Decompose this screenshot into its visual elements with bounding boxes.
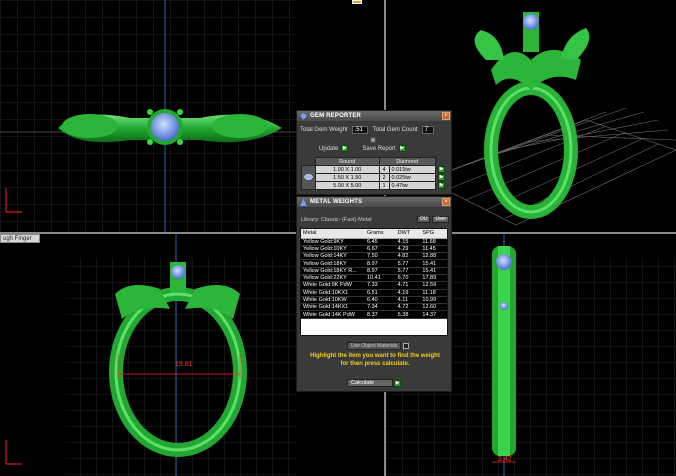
gem-icon [523, 14, 539, 30]
calculate-button[interactable]: ▶ [394, 379, 401, 387]
use-object-materials-checkbox[interactable] [403, 343, 410, 349]
table-row[interactable]: Yellow Gold:14KY 7.50 4.82 12.88 [301, 252, 447, 261]
save-report-label: Save Report [362, 145, 396, 152]
save-report-button[interactable]: ▶ [398, 145, 406, 152]
table-row[interactable]: White Gold:14K PdW 8.37 5.38 14.37 [301, 310, 447, 319]
ou-toggle[interactable]: OU [416, 216, 431, 223]
table-row[interactable]: Yellow Gold:9KY 6.45 4.15 11.68 [301, 238, 447, 246]
diamond-column-header: Diamond [378, 157, 436, 166]
viewport-marker [352, 0, 362, 4]
round-gem-icon [301, 165, 316, 190]
dwt-column-header[interactable]: DWT [395, 229, 421, 239]
round-column-header: Round [315, 157, 380, 166]
library-label: Library: Classic- (Fast)-Metal [301, 216, 372, 223]
gem-icon [300, 112, 307, 120]
gem-reporter-header[interactable]: GEM REPORTER [297, 111, 451, 121]
update-button[interactable]: ▶ [341, 145, 349, 152]
table-row[interactable]: Yellow Gold:22KY 10.41 6.70 17.89 [301, 274, 447, 283]
row-arrow-button[interactable]: ▶ [438, 174, 445, 181]
total-gem-weight-value: .51 [351, 126, 368, 134]
table-row[interactable]: White Gold:10KW 6.40 4.11 10.99 [301, 296, 447, 305]
table-row[interactable]: White Gold:9K PdW 7.33 4.71 12.59 [301, 281, 447, 290]
gem-reporter-title: GEM REPORTER [310, 113, 362, 119]
table-row[interactable]: White Gold:14KX1 7.34 4.72 12.60 [301, 303, 447, 312]
row-arrow-button[interactable]: ▶ [438, 166, 445, 173]
calculate-label: Calculate [347, 379, 393, 387]
front-grid [5, 234, 296, 476]
metal-column-header[interactable]: Metal [301, 229, 365, 239]
use-object-materials-button[interactable]: Use Object Materials [347, 342, 402, 350]
calculate-hint: Highlight the item you want to find the … [310, 353, 440, 367]
gem-table: Round Diamond 1.00 X 1.00 4 0.015tw ▶ 1.… [301, 157, 448, 190]
gem-icon [496, 254, 512, 270]
weight-icon [300, 198, 307, 206]
metal-table[interactable]: Metal Grams DWT SPG Yellow Gold:9KY 6.45 4… [300, 228, 448, 336]
ring-perspective [474, 12, 590, 219]
close-icon[interactable]: × [442, 198, 450, 206]
row-arrow-button[interactable]: ▶ [438, 182, 445, 189]
refresh-icon[interactable] [370, 137, 376, 143]
side-width-dimension: 3.42 [498, 456, 512, 463]
metal-weights-header[interactable]: METAL WEIGHTS [297, 197, 451, 207]
gem-icon [151, 113, 179, 141]
table-row[interactable]: Yellow Gold:18KY 8.97 5.77 15.41 [301, 259, 447, 268]
total-gem-count-label: Total Gem Count [372, 127, 418, 133]
grams-column-header[interactable]: Grams [365, 229, 396, 239]
table-row[interactable]: Yellow Gold:18KY R... 8.97 5.77 15.41 [301, 267, 447, 276]
user-toggle[interactable]: User [432, 216, 449, 223]
gem-reporter-panel: GEM REPORTER × Total Gem Weight .51 Tota… [296, 110, 452, 195]
front-diameter-dimension: 19.81 [175, 361, 193, 368]
metal-weights-panel: METAL WEIGHTS × Library: Classic- (Fast)… [296, 196, 452, 392]
total-gem-weight-label: Total Gem Weight [300, 127, 348, 133]
table-row[interactable]: White Gold:10KX1 6.51 4.19 11.18 [301, 289, 447, 297]
metal-weights-title: METAL WEIGHTS [310, 199, 363, 205]
ring-side-view [492, 246, 516, 456]
total-gem-count-value: 7 [421, 126, 434, 134]
viewport-front[interactable]: 19.81 [0, 234, 296, 476]
viewport-grid [0, 0, 296, 232]
close-icon[interactable]: × [442, 112, 450, 120]
table-row[interactable]: Yellow Gold:10KY 6.67 4.29 11.45 [301, 245, 447, 254]
table-row[interactable]: 1.00 X 1.00 4 0.015tw ▶ [301, 165, 448, 190]
gem-icon [171, 265, 185, 279]
viewport-top[interactable] [0, 0, 296, 232]
spg-column-header[interactable]: SPG [420, 229, 447, 239]
view-tab[interactable]: ugh Finger [0, 234, 40, 243]
update-label: Update [319, 145, 339, 152]
table-row[interactable]: 1.50 X 1.50 2 0.025tw ▶ [302, 173, 448, 182]
table-row[interactable]: 5.00 X 5.00 1 0.47tw ▶ [302, 181, 448, 190]
